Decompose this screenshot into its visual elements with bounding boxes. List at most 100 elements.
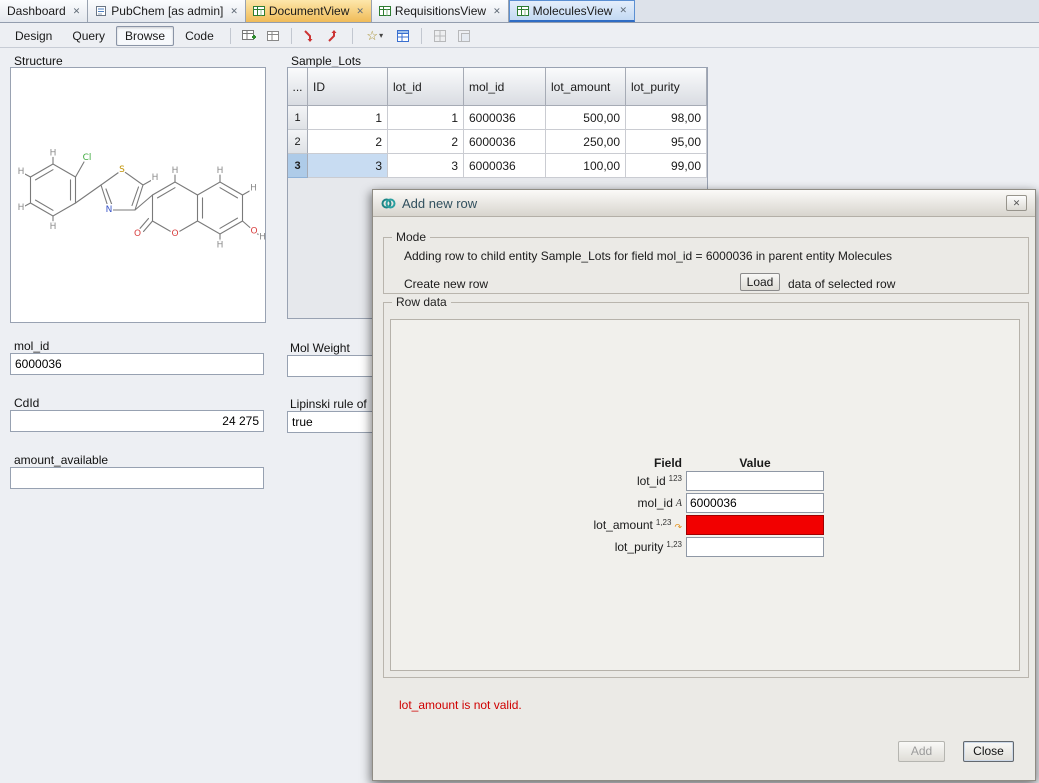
- mol-id-field[interactable]: [10, 353, 264, 375]
- load-suffix-text: data of selected row: [788, 277, 895, 291]
- atom-label: H: [172, 166, 179, 176]
- cdid-field[interactable]: [10, 410, 264, 432]
- filter-up-button[interactable]: [323, 26, 345, 46]
- structure-canvas[interactable]: Cl S N O O O H H H H H H H H H H: [10, 67, 266, 323]
- cell-id[interactable]: 2: [308, 130, 388, 154]
- table-row-selected: 3 3 3 6000036 100,00 99,00: [288, 154, 707, 178]
- decimal-type-icon: 1,23: [666, 540, 682, 549]
- dialog-titlebar[interactable]: Add new row ✕: [373, 190, 1035, 217]
- atom-label: O: [171, 229, 178, 239]
- cell-lot-amount[interactable]: 250,00: [546, 130, 626, 154]
- browse-mode-button[interactable]: Browse: [116, 26, 174, 46]
- cell-id[interactable]: 3: [308, 154, 388, 178]
- cell-lot-id[interactable]: 2: [388, 130, 464, 154]
- atom-label: H: [50, 149, 57, 159]
- add-button[interactable]: Add: [898, 741, 945, 762]
- close-button[interactable]: Close: [963, 741, 1014, 762]
- row-data-group-label: Row data: [392, 295, 451, 309]
- cell-id[interactable]: 1: [308, 106, 388, 130]
- load-button[interactable]: Load: [740, 273, 780, 291]
- dialog-close-button[interactable]: ✕: [1006, 195, 1027, 211]
- atom-label: H: [152, 173, 159, 183]
- cell-mol-id[interactable]: 6000036: [464, 106, 546, 130]
- cell-lot-purity[interactable]: 98,00: [626, 106, 707, 130]
- new-grid-view-button[interactable]: [238, 26, 260, 46]
- toolbar-separator: [352, 28, 353, 44]
- row-header[interactable]: 1: [288, 106, 308, 130]
- tab-documentview[interactable]: DocumentView ✕: [246, 0, 372, 22]
- tab-dashboard[interactable]: Dashboard ✕: [0, 0, 88, 22]
- row-header[interactable]: 3: [288, 154, 308, 178]
- lot-purity-input[interactable]: [686, 537, 824, 557]
- close-icon[interactable]: ✕: [493, 6, 501, 17]
- star-icon: ☆: [366, 29, 378, 42]
- table-corner-button[interactable]: ...: [288, 68, 308, 106]
- column-header-mol-id[interactable]: mol_id: [464, 68, 546, 106]
- create-new-row-text: Create new row: [404, 277, 488, 291]
- amount-available-field[interactable]: [10, 467, 264, 489]
- atom-label: S: [119, 165, 125, 175]
- cdid-label: CdId: [14, 396, 39, 410]
- column-header-lot-purity[interactable]: lot_purity: [626, 68, 707, 106]
- close-icon[interactable]: ✕: [356, 6, 364, 17]
- value-column-header: Value: [686, 456, 824, 470]
- molecule-structure: Cl S N O O O H H H H H H H H H H: [11, 68, 265, 322]
- field-label: lot_id 123: [391, 471, 682, 491]
- tab-bar: Dashboard ✕ PubChem [as admin] ✕ Documen…: [0, 0, 1039, 23]
- dialog-title: Add new row: [402, 196, 477, 211]
- table-blue-button[interactable]: [392, 26, 414, 46]
- application-window: Dashboard ✕ PubChem [as admin] ✕ Documen…: [0, 0, 1039, 783]
- cell-mol-id[interactable]: 6000036: [464, 154, 546, 178]
- design-mode-button[interactable]: Design: [6, 26, 61, 46]
- widget-grid-button[interactable]: [429, 26, 451, 46]
- atom-label: H: [250, 184, 257, 194]
- close-icon[interactable]: ✕: [230, 6, 238, 17]
- cell-lot-id[interactable]: 3: [388, 154, 464, 178]
- widget-frame-button[interactable]: [453, 26, 475, 46]
- lot-amount-input[interactable]: [686, 515, 824, 535]
- mol-weight-label: Mol Weight: [290, 341, 350, 355]
- cell-lot-id[interactable]: 1: [388, 106, 464, 130]
- grid-view-button[interactable]: [262, 26, 284, 46]
- cell-lot-amount[interactable]: 100,00: [546, 154, 626, 178]
- grid-view-icon: [517, 5, 529, 17]
- text-type-icon: A: [676, 498, 682, 509]
- atom-label: H: [18, 167, 25, 177]
- mol-id-input[interactable]: [686, 493, 824, 513]
- column-header-lot-id[interactable]: lot_id: [388, 68, 464, 106]
- field-name: lot_id: [637, 474, 666, 488]
- field-name: lot_purity: [615, 540, 664, 554]
- field-name: lot_amount: [594, 518, 653, 532]
- field-name: mol_id: [638, 496, 673, 510]
- form-row: lot_amount 1,23 ↷: [391, 515, 826, 535]
- row-data-panel: Field Value lot_id 123 mol_id A: [390, 319, 1020, 671]
- code-mode-button[interactable]: Code: [176, 26, 223, 46]
- cell-mol-id[interactable]: 6000036: [464, 130, 546, 154]
- tab-moleculesview[interactable]: MoleculesView ✕: [509, 0, 635, 22]
- structure-label: Structure: [14, 54, 63, 68]
- tab-label: MoleculesView: [533, 4, 613, 18]
- atom-label: H: [259, 233, 265, 243]
- close-icon[interactable]: ✕: [619, 5, 627, 16]
- form-row: lot_id 123: [391, 471, 826, 491]
- column-header-id[interactable]: ID: [308, 68, 388, 106]
- tab-pubchem[interactable]: PubChem [as admin] ✕: [88, 0, 246, 22]
- filter-down-button[interactable]: [299, 26, 321, 46]
- column-header-lot-amount[interactable]: lot_amount: [546, 68, 626, 106]
- validation-error: lot_amount is not valid.: [399, 698, 522, 712]
- tab-requisitionsview[interactable]: RequisitionsView ✕: [372, 0, 509, 22]
- cell-lot-purity[interactable]: 99,00: [626, 154, 707, 178]
- lot-id-input[interactable]: [686, 471, 824, 491]
- atom-label: H: [18, 203, 25, 213]
- query-mode-button[interactable]: Query: [63, 26, 114, 46]
- row-header[interactable]: 2: [288, 130, 308, 154]
- table-row: 1 1 1 6000036 500,00 98,00: [288, 106, 707, 130]
- table-header-row: ... ID lot_id mol_id lot_amount lot_puri…: [288, 68, 707, 106]
- toolbar-separator: [291, 28, 292, 44]
- close-icon[interactable]: ✕: [73, 6, 81, 17]
- favorites-dropdown-button[interactable]: ☆ ▾: [360, 26, 390, 46]
- toolbar: Design Query Browse Code ☆ ▾: [0, 24, 1039, 48]
- cell-lot-amount[interactable]: 500,00: [546, 106, 626, 130]
- cell-lot-purity[interactable]: 95,00: [626, 130, 707, 154]
- atom-label: H: [50, 222, 57, 232]
